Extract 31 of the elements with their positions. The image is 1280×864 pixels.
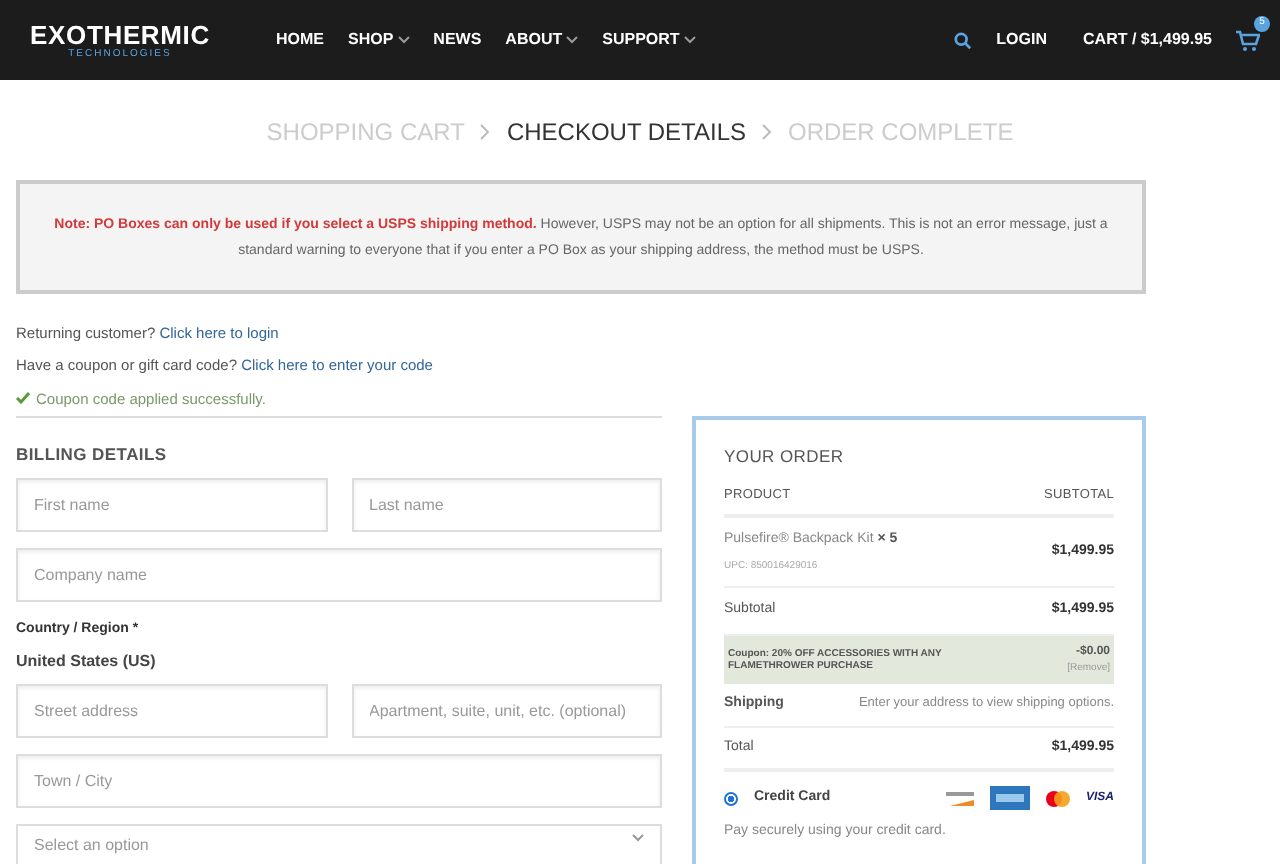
billing-title: BILLING DETAILS [16,441,169,467]
input-field[interactable]: Apartment, suite, unit, etc. (optional) [351,684,662,738]
login-link[interactable]: LOGIN [996,28,1048,52]
caret-icon [632,834,644,842]
card-logo-icon [989,786,1030,811]
search-icon[interactable] [954,31,973,49]
checkout-step[interactable]: CHECKOUT DETAILS [506,114,747,150]
nav-link[interactable]: NEWS [433,28,482,52]
input-field[interactable]: Last name [351,477,662,531]
caret-icon [683,36,696,44]
cart-icon[interactable] [1236,29,1260,51]
input-field[interactable]: Town / City [16,754,662,808]
caret-icon [566,36,579,44]
order-title: YOUR ORDER [724,443,846,469]
input-field[interactable]: Street address [16,684,327,738]
payment-radio[interactable] [724,791,738,806]
chevron-right-icon [762,124,773,140]
logo-text: EXOTHERMIC [30,21,210,47]
nav-link[interactable]: SUPPORT [602,28,696,52]
nav-link[interactable]: HOME [276,28,324,52]
nav-link[interactable]: SHOP [348,28,410,52]
country-value: United States (US) [16,650,158,674]
caret-icon [397,36,410,44]
nav-link[interactable]: ABOUT [505,28,579,52]
chevron-right-icon [480,124,491,140]
cart-link[interactable]: CART / $1,499.95 [1083,28,1212,52]
input-field[interactable]: First name [16,477,327,531]
checkmark-icon [16,392,30,405]
card-logo-icon [1043,789,1072,808]
card-logo-icon [943,788,976,809]
input-field[interactable]: Company name [16,547,662,601]
